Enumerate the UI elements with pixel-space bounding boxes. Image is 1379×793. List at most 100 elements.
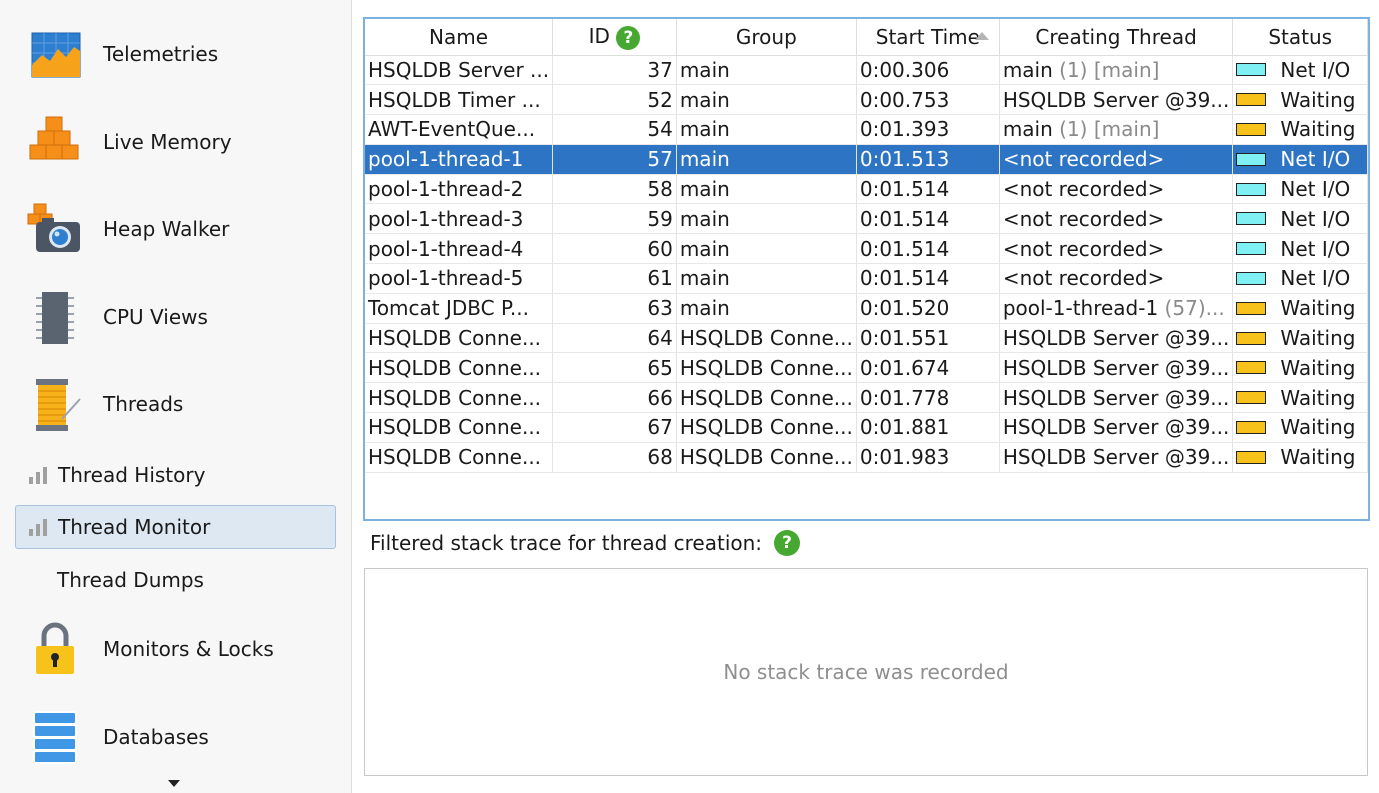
cell-start-time: 0:01.514: [856, 263, 1000, 294]
cell-group: HSQLDB Conne...: [676, 412, 857, 443]
cell-name: HSQLDB Conne...: [365, 352, 554, 384]
table-row[interactable]: pool-1-thread-5 61 main 0:01.514 <not record…: [365, 263, 1368, 294]
status-color-swatch: [1236, 331, 1267, 345]
cell-group: main: [676, 263, 857, 294]
cell-id: 65: [552, 352, 677, 384]
column-header-creating-thread[interactable]: Creating Thread: [999, 19, 1234, 56]
cell-status: Waiting: [1232, 352, 1368, 384]
status-color-swatch: [1236, 212, 1267, 226]
table-row[interactable]: HSQLDB Conne... 65 HSQLDB Conne... 0:01.674…: [365, 352, 1368, 384]
column-header-group[interactable]: Group: [676, 19, 857, 56]
cell-group: main: [676, 114, 857, 145]
cell-id: 63: [552, 293, 677, 324]
cell-group: HSQLDB Conne...: [676, 352, 857, 384]
status-color-swatch: [1236, 361, 1267, 375]
cell-status: Net I/O: [1232, 233, 1368, 265]
cell-name: HSQLDB Conne...: [365, 412, 554, 443]
cell-id: 52: [552, 84, 677, 116]
table-row[interactable]: pool-1-thread-2 58 main 0:01.514 <not record…: [365, 174, 1368, 205]
cell-status: Net I/O: [1232, 55, 1368, 86]
table-row[interactable]: HSQLDB Conne... 66 HSQLDB Conne... 0:01.778…: [365, 382, 1368, 414]
cell-start-time: 0:01.514: [856, 174, 1000, 205]
sidebar-item-thread-dumps[interactable]: Thread Dumps: [15, 558, 336, 602]
table-row[interactable]: HSQLDB Conne... 64 HSQLDB Conne... 0:01.551…: [365, 323, 1368, 354]
sidebar-item-threads[interactable]: Threads: [26, 372, 336, 436]
cell-creating-thread: HSQLDB Server @39...: [999, 382, 1234, 414]
cell-status: Net I/O: [1232, 144, 1368, 175]
cell-creating-thread: HSQLDB Server @39...: [999, 352, 1234, 384]
cell-name: AWT-EventQue...: [365, 114, 554, 145]
cell-name: pool-1-thread-5: [365, 263, 554, 294]
cell-group: main: [676, 293, 857, 324]
column-header-name[interactable]: Name: [365, 19, 554, 56]
sidebar-item-monitors-locks[interactable]: Monitors & Locks: [26, 617, 336, 681]
table-row[interactable]: pool-1-thread-1 57 main 0:01.513 <not record…: [365, 144, 1368, 175]
cell-id: 61: [552, 263, 677, 294]
cell-group: HSQLDB Conne...: [676, 442, 857, 473]
sidebar-item-thread-monitor[interactable]: Thread Monitor: [15, 505, 336, 549]
cell-group: main: [676, 203, 857, 235]
sidebar-item-label: Thread Monitor: [58, 515, 211, 539]
status-color-swatch: [1236, 242, 1267, 256]
sidebar: Telemetries Live Memory Heap Walker CPU …: [0, 0, 352, 793]
sidebar-item-label: Thread Dumps: [57, 568, 204, 592]
table-row[interactable]: Tomcat JDBC P... 63 main 0:01.520 pool-1-thr…: [365, 293, 1368, 324]
cell-creating-thread: <not recorded>: [999, 203, 1234, 235]
empty-stack-trace-message: No stack trace was recorded: [723, 660, 1009, 684]
cell-creating-thread: main (1) [main]: [999, 55, 1234, 86]
cell-creating-thread: HSQLDB Server @39...: [999, 84, 1234, 116]
cell-name: Tomcat JDBC P...: [365, 293, 554, 324]
cell-id: 68: [552, 442, 677, 473]
thread-table-panel: Name ID ? Group Start Time Creating Thre…: [363, 17, 1370, 521]
table-row[interactable]: pool-1-thread-3 59 main 0:01.514 <not record…: [365, 203, 1368, 235]
column-header-id[interactable]: ID ?: [552, 19, 677, 56]
live-memory-icon: [29, 116, 79, 160]
table-row[interactable]: pool-1-thread-4 60 main 0:01.514 <not record…: [365, 233, 1368, 265]
help-icon[interactable]: ?: [774, 530, 801, 556]
sidebar-item-databases[interactable]: Databases: [26, 705, 336, 769]
status-color-swatch: [1236, 63, 1267, 77]
cell-start-time: 0:01.881: [856, 412, 1000, 443]
cpu-views-icon: [36, 292, 74, 344]
cell-creating-thread: <not recorded>: [999, 144, 1234, 175]
help-icon[interactable]: ?: [616, 25, 641, 50]
sidebar-item-cpu-views[interactable]: CPU Views: [26, 285, 336, 349]
cell-status: Waiting: [1232, 293, 1368, 324]
column-header-start-time[interactable]: Start Time: [856, 19, 1000, 56]
cell-status: Waiting: [1232, 382, 1368, 414]
lock-icon: [36, 622, 74, 674]
status-color-swatch: [1236, 450, 1267, 464]
cell-start-time: 0:01.513: [856, 144, 1000, 175]
cell-status: Net I/O: [1232, 263, 1368, 294]
stack-trace-label: Filtered stack trace for thread creation…: [370, 530, 801, 556]
sidebar-item-live-memory[interactable]: Live Memory: [26, 110, 336, 174]
scroll-down-arrow-icon[interactable]: [168, 780, 180, 787]
sidebar-item-telemetries[interactable]: Telemetries: [26, 22, 336, 86]
cell-status: Net I/O: [1232, 174, 1368, 205]
cell-id: 67: [552, 412, 677, 443]
cell-status: Waiting: [1232, 114, 1368, 145]
sidebar-item-label: CPU Views: [103, 305, 208, 329]
sidebar-item-label: Databases: [103, 725, 209, 749]
status-color-swatch: [1236, 271, 1267, 285]
cell-start-time: 0:01.520: [856, 293, 1000, 324]
table-row[interactable]: HSQLDB Timer ... 52 main 0:00.753 HSQLDB Ser…: [365, 84, 1368, 116]
cell-group: main: [676, 84, 857, 116]
cell-id: 59: [552, 203, 677, 235]
column-header-status[interactable]: Status: [1232, 19, 1368, 56]
thread-table: Name ID ? Group Start Time Creating Thre…: [365, 19, 1368, 473]
telemetries-icon: [31, 32, 81, 78]
sort-ascending-icon: [974, 32, 989, 40]
table-row[interactable]: HSQLDB Conne... 68 HSQLDB Conne... 0:01.983…: [365, 442, 1368, 473]
table-row[interactable]: HSQLDB Server ... 37 main 0:00.306 main (1) …: [365, 55, 1368, 86]
status-color-swatch: [1236, 420, 1267, 434]
cell-start-time: 0:01.393: [856, 114, 1000, 145]
status-color-swatch: [1236, 122, 1267, 136]
cell-id: 54: [552, 114, 677, 145]
table-row[interactable]: HSQLDB Conne... 67 HSQLDB Conne... 0:01.881…: [365, 412, 1368, 443]
sidebar-item-thread-history[interactable]: Thread History: [15, 453, 336, 497]
sidebar-item-heap-walker[interactable]: Heap Walker: [26, 197, 336, 261]
cell-name: HSQLDB Timer ...: [365, 84, 554, 116]
cell-group: main: [676, 233, 857, 265]
table-row[interactable]: AWT-EventQue... 54 main 0:01.393 main (1) [m…: [365, 114, 1368, 145]
